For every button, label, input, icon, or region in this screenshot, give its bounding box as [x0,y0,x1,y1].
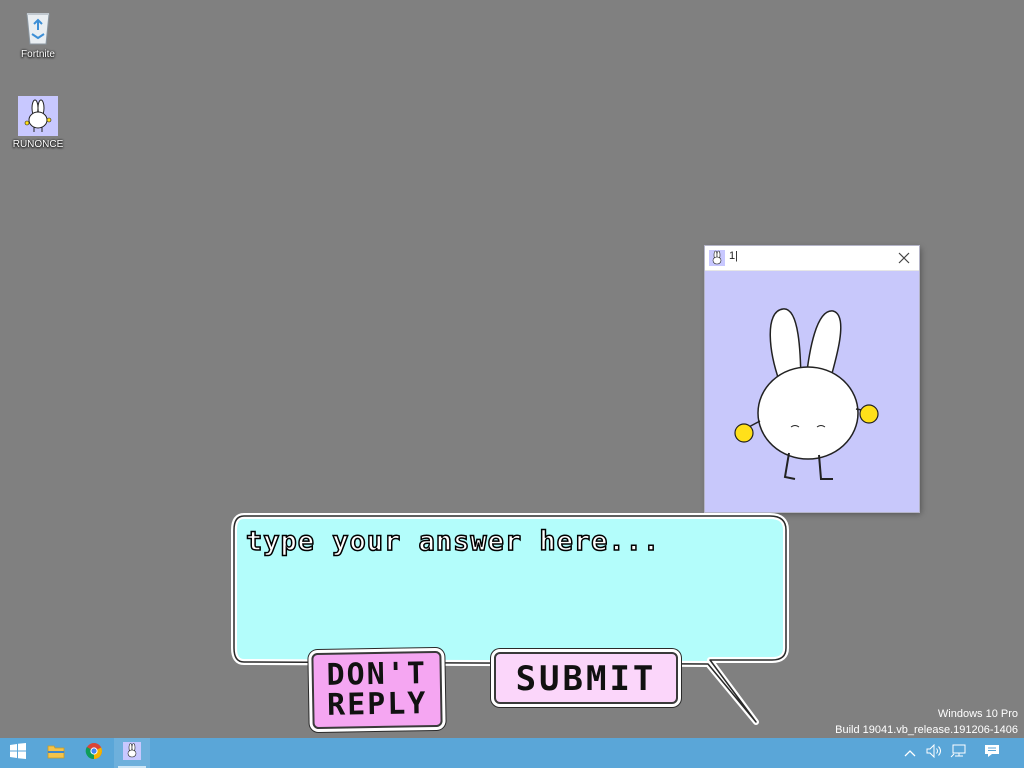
watermark-edition: Windows 10 Pro [937,708,1018,720]
show-hidden-icons-button[interactable] [900,738,920,768]
watermark-build: Build 19041.vb_release.191206-1406 [835,724,1018,736]
window-titlebar[interactable]: 1| [705,246,919,271]
submit-button[interactable]: SUBMIT [494,652,678,704]
answer-dialog: DON'T REPLY SUBMIT [230,512,792,736]
chevron-up-icon [904,744,916,762]
file-explorer-button[interactable] [38,738,74,768]
volume-icon [926,743,944,763]
bunny-app-icon [18,96,58,136]
answer-input[interactable] [244,524,776,658]
volume-button[interactable] [924,738,946,768]
desktop-icon-label: RUNONCE [12,139,64,150]
dont-reply-label-line2: REPLY [326,686,428,723]
start-button[interactable] [0,738,36,768]
window-title: 1| [729,250,738,262]
chrome-button[interactable] [76,738,112,768]
start-icon [10,742,26,764]
windows-watermark: Windows 10 Pro Build 19041.vb_release.19… [835,706,1018,738]
desktop-icon-fortnite[interactable]: Fortnite [6,6,70,60]
runonce-icon [123,741,141,765]
chrome-icon [85,742,103,765]
bunny-popup-window: 1| [705,246,919,512]
submit-label: SUBMIT [515,659,657,699]
bunny-app-icon [709,250,725,266]
action-center-button[interactable] [978,738,1006,768]
dont-reply-button[interactable]: DON'T REPLY [311,650,443,730]
desktop-icon-runonce[interactable]: RUNONCE [6,96,70,150]
runonce-taskbar-button[interactable] [114,738,150,768]
network-icon [950,744,968,763]
network-button[interactable] [948,738,970,768]
taskbar [0,738,1024,768]
notification-icon [984,744,1000,763]
recycle-bin-icon [20,6,56,46]
bunny-illustration [705,271,919,512]
file-explorer-icon [47,743,65,764]
desktop-icon-label: Fortnite [21,49,55,60]
close-icon[interactable] [895,249,913,267]
